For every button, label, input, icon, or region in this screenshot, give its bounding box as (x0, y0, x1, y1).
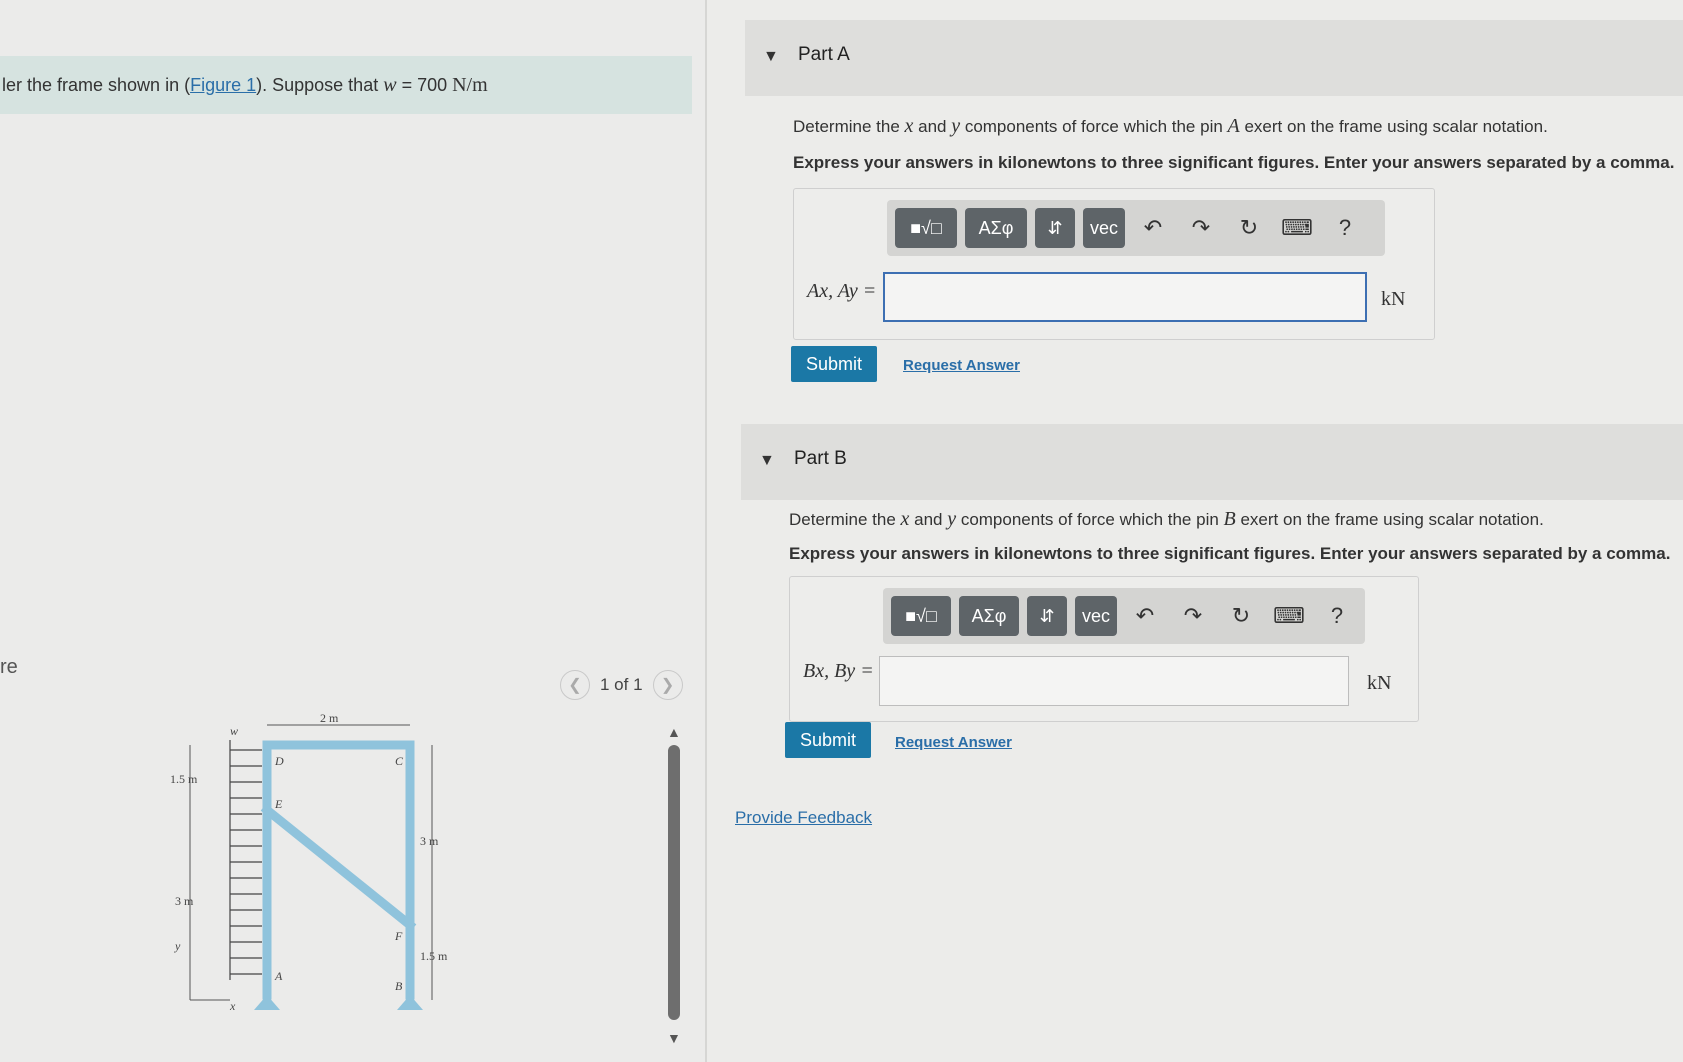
label-right-lower-dim: 1.5 m (420, 949, 448, 963)
part-a-header[interactable]: ▼ Part A (745, 20, 1683, 96)
part-b-answer-input[interactable] (879, 656, 1349, 706)
scroll-down-icon[interactable]: ▼ (667, 1030, 681, 1046)
label-left-upper-dim: 1.5 m (170, 772, 198, 786)
subscript-superscript-button[interactable]: ⇵ (1035, 208, 1075, 248)
undo-icon[interactable]: ↶ (1125, 596, 1165, 636)
help-icon[interactable]: ? (1325, 208, 1365, 248)
part-a-submit-button[interactable]: Submit (791, 346, 877, 382)
part-b-question: Determine the x and y components of forc… (789, 508, 1544, 530)
problem-text: ler the frame shown in ( (2, 75, 191, 95)
keyboard-icon[interactable]: ⌨ (1277, 208, 1317, 248)
label-w: w (230, 724, 238, 738)
greek-symbols-button[interactable]: ΑΣφ (959, 596, 1019, 636)
w-variable: w (383, 74, 397, 96)
collapse-icon[interactable]: ▼ (759, 452, 775, 470)
label-c: C (395, 754, 404, 768)
frame-members (260, 740, 417, 1000)
templates-button[interactable]: ■√□ (895, 208, 957, 248)
part-b-submit-button[interactable]: Submit (785, 722, 871, 758)
reset-icon[interactable]: ↻ (1221, 596, 1261, 636)
label-d: D (274, 754, 284, 768)
provide-feedback-link[interactable]: Provide Feedback (735, 808, 872, 828)
part-b-unit: kN (1367, 672, 1392, 694)
part-b-title: Part B (794, 448, 847, 469)
next-figure-button[interactable]: ❯ (652, 670, 683, 700)
vector-button[interactable]: vec (1075, 596, 1117, 636)
label-f: F (394, 929, 403, 943)
support-a (254, 995, 280, 1010)
w-value: = 700 (396, 75, 453, 95)
subscript-superscript-button[interactable]: ⇵ (1027, 596, 1067, 636)
vector-button[interactable]: vec (1083, 208, 1125, 248)
label-left-lower-dim: 3 m (175, 894, 194, 908)
prev-figure-button[interactable]: ❮ (560, 670, 590, 700)
label-top-dim: 2 m (320, 711, 339, 725)
label-y-axis: y (174, 939, 181, 953)
w-unit: N/m (452, 74, 488, 96)
collapse-icon[interactable]: ▼ (763, 48, 779, 66)
label-right-upper-dim: 3 m (420, 834, 439, 848)
support-b (397, 995, 423, 1010)
redo-icon[interactable]: ↷ (1181, 208, 1221, 248)
part-a-instructions: Express your answers in kilonewtons to t… (793, 153, 1675, 172)
part-a-question: Determine the x and y components of forc… (793, 115, 1548, 137)
label-x-axis: x (229, 999, 236, 1013)
part-a-answer-input[interactable] (883, 272, 1367, 322)
templates-button[interactable]: ■√□ (891, 596, 951, 636)
help-icon[interactable]: ? (1317, 596, 1357, 636)
figure-pager: ❮ 1 of 1 ❯ (560, 670, 683, 700)
part-b-math-toolbar: ■√□ ΑΣφ ⇵ vec ↶ ↷ ↻ ⌨ ? (883, 588, 1365, 644)
part-b-request-answer-link[interactable]: Request Answer (895, 734, 1012, 751)
frame-figure: w 2 m D C E F A B 1.5 m 3 m 3 m 1.5 m y … (170, 711, 448, 1013)
distributed-load (229, 740, 262, 980)
reset-icon[interactable]: ↻ (1229, 208, 1269, 248)
part-b-instructions: Express your answers in kilonewtons to t… (789, 544, 1671, 563)
problem-text-2: ). Suppose that (256, 75, 384, 95)
redo-icon[interactable]: ↷ (1173, 596, 1213, 636)
part-a-answer-label: Ax, Ay = (807, 280, 877, 302)
part-b-header[interactable]: ▼ Part B (741, 424, 1683, 500)
greek-symbols-button[interactable]: ΑΣφ (965, 208, 1027, 248)
problem-statement: ler the frame shown in (Figure 1). Suppo… (0, 56, 692, 114)
label-b: B (395, 979, 403, 993)
figure-title: re (0, 656, 18, 678)
undo-icon[interactable]: ↶ (1133, 208, 1173, 248)
keyboard-icon[interactable]: ⌨ (1269, 596, 1309, 636)
questions-pane: ▼ Part A Determine the x and y component… (707, 0, 1683, 1062)
label-a: A (274, 969, 283, 983)
part-a-math-toolbar: ■√□ ΑΣφ ⇵ vec ↶ ↷ ↻ ⌨ ? (887, 200, 1385, 256)
part-a-request-answer-link[interactable]: Request Answer (903, 357, 1020, 374)
figure-link[interactable]: Figure 1 (190, 75, 256, 95)
pager-count: 1 of 1 (600, 675, 643, 694)
problem-pane: ler the frame shown in (Figure 1). Suppo… (0, 0, 705, 1062)
part-a-title: Part A (798, 44, 850, 65)
label-e: E (274, 797, 283, 811)
part-b-answer-label: Bx, By = (803, 660, 874, 682)
scrollbar[interactable] (668, 745, 680, 1020)
part-a-unit: kN (1381, 288, 1406, 310)
scroll-up-icon[interactable]: ▲ (667, 724, 681, 740)
